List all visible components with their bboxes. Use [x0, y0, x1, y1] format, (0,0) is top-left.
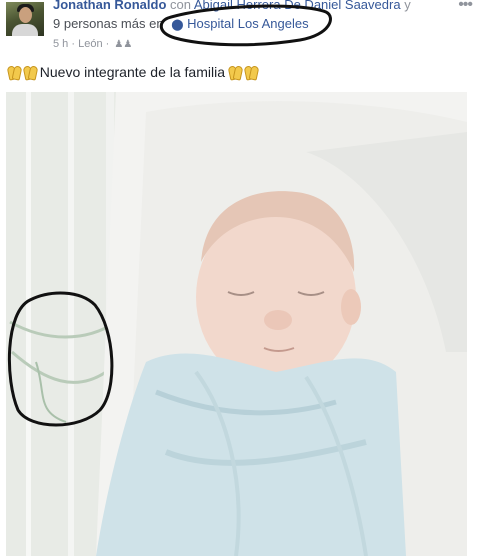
and-text: y — [404, 0, 411, 12]
post-time[interactable]: 5 h — [53, 38, 68, 50]
post-photo[interactable] — [6, 92, 467, 556]
post-message: Nuevo integrante de la familia — [8, 62, 257, 82]
tagged-friend-link[interactable]: Abigail Herrera De Daniel Saavedra — [194, 0, 401, 12]
newborn-baby-photo — [6, 92, 467, 556]
location-pin-icon: ⬤ — [171, 19, 184, 31]
folded-hands-emoji — [229, 65, 241, 79]
more-options-icon[interactable]: ••• — [458, 0, 473, 14]
facebook-post: Jonathan Ronaldo con Abigail Herrera De … — [0, 0, 480, 556]
location-link[interactable]: Hospital Los Angeles — [187, 16, 308, 31]
message-text: Nuevo integrante de la familia — [39, 64, 226, 80]
folded-hands-emoji — [24, 65, 36, 79]
post-place[interactable]: León — [78, 38, 102, 50]
meta-separator: · — [71, 38, 76, 50]
avatar[interactable] — [6, 2, 44, 36]
folded-hands-emoji — [245, 65, 257, 79]
post-header-line-1: Jonathan Ronaldo con Abigail Herrera De … — [53, 0, 473, 15]
friends-icon[interactable]: ♟♟ — [114, 39, 132, 50]
with-text: con — [170, 0, 191, 12]
post-meta: 5 h · León · ♟♟ — [53, 36, 132, 53]
author-name[interactable]: Jonathan Ronaldo — [53, 0, 166, 12]
post-header-line-2: 9 personas más en ⬤ Hospital Los Angeles — [53, 15, 473, 34]
others-link[interactable]: 9 personas más — [53, 16, 146, 31]
at-text: en — [149, 16, 164, 31]
meta-separator-2: · — [105, 38, 110, 50]
folded-hands-emoji — [8, 65, 20, 79]
